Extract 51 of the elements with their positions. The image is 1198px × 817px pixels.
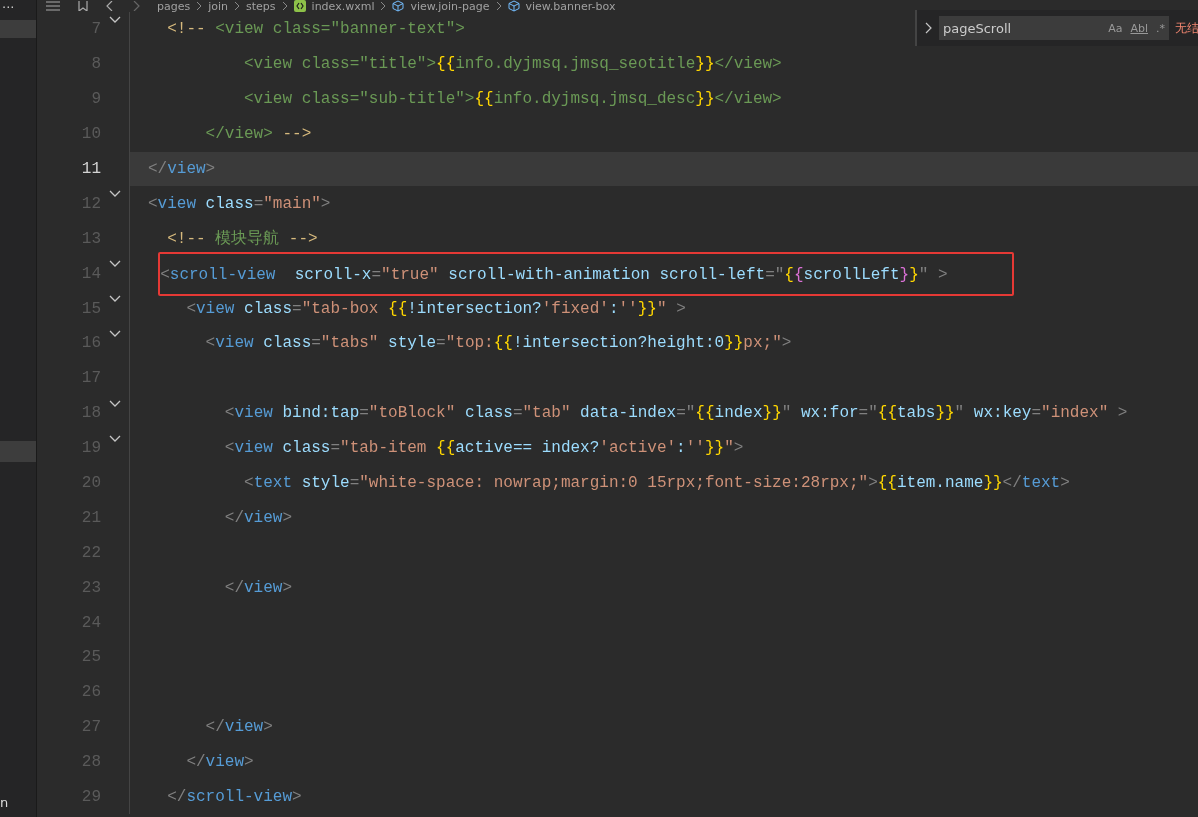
code-line: <view class="title">{{info.dyjmsq.jmsq_seotitle}}</view> bbox=[243, 55, 782, 74]
fold-chevron-icon[interactable] bbox=[109, 190, 121, 199]
fold-chevron-icon[interactable] bbox=[109, 16, 121, 24]
list-icon[interactable] bbox=[45, 1, 61, 11]
code-line: <view class="tab-item {{active== index?'active':''}}"> bbox=[223, 439, 744, 458]
fold-chevron-icon[interactable] bbox=[109, 399, 121, 408]
chevron-icon bbox=[196, 1, 203, 11]
chevron-icon bbox=[380, 1, 387, 11]
breadcrumb-item[interactable]: steps bbox=[246, 0, 276, 12]
code-line: <!-- 模块导航 --> bbox=[166, 228, 318, 250]
code-line: <view class="sub-title">{{info.dyjmsq.jmsq_desc}}</view> bbox=[243, 90, 782, 109]
code-line: <view class="main"> bbox=[148, 194, 331, 213]
find-option-toggle[interactable]: Aa bbox=[1108, 21, 1123, 35]
code-line: </scroll-view> bbox=[166, 788, 302, 807]
find-result: 无结 bbox=[1175, 19, 1198, 37]
code-line: <text style="white-space: nowrap;margin:0 15rpx;font-size:28rpx;">{{item.name}}</text> bbox=[243, 474, 1070, 492]
expand-icon[interactable] bbox=[925, 22, 933, 34]
file-icon bbox=[293, 0, 306, 12]
code-line: <view class="tab-box {{!intersection?'fixed':''}}" > bbox=[185, 299, 686, 318]
line-number: 11 bbox=[80, 160, 101, 178]
fold-chevron-icon[interactable] bbox=[109, 330, 121, 338]
cube-icon bbox=[507, 0, 520, 12]
back-icon[interactable] bbox=[105, 1, 115, 11]
code-line: <view bind:tap="toBlock" class="tab" data-index="{{index}}" wx:for="{{tabs}}" wx:key="index" > bbox=[223, 404, 1128, 423]
breadcrumb-item[interactable]: view.banner-box bbox=[525, 0, 616, 12]
code-line: </view> --> bbox=[204, 125, 312, 144]
code-line: </view> bbox=[223, 508, 293, 527]
fold-chevron-icon[interactable] bbox=[109, 434, 121, 443]
code-line: <view class="tabs" style="top:{{!intersection?height:0}}px;"> bbox=[204, 334, 792, 353]
fold-chevron-icon[interactable] bbox=[109, 260, 121, 269]
more-menu[interactable]: ... bbox=[2, 0, 15, 11]
breadcrumb-item[interactable]: index.wxml bbox=[311, 0, 375, 12]
chevron-icon bbox=[234, 1, 241, 11]
chevron-icon bbox=[281, 1, 288, 11]
find-option-toggle[interactable]: .* bbox=[1156, 21, 1165, 35]
breadcrumb-item[interactable]: join bbox=[208, 0, 229, 12]
code-line: </view> bbox=[223, 578, 293, 597]
sidebar-text: n bbox=[0, 795, 9, 810]
code-line: </view> bbox=[185, 753, 254, 772]
fold-chevron-icon[interactable] bbox=[109, 295, 121, 304]
code-line: </view> bbox=[148, 160, 216, 178]
breadcrumb-item[interactable]: view.join-page bbox=[410, 0, 490, 12]
code-line: <!-- <view class="banner-text"> bbox=[166, 20, 465, 39]
forward-icon[interactable] bbox=[131, 1, 141, 11]
breadcrumb-item[interactable]: pages bbox=[157, 0, 191, 12]
find-option-toggle[interactable]: Abl bbox=[1130, 21, 1148, 35]
chevron-icon bbox=[495, 1, 502, 11]
find-input[interactable]: pageScroll Aa Abl .* bbox=[939, 16, 1169, 40]
code-line: </view> bbox=[204, 718, 273, 737]
cube-icon bbox=[392, 0, 405, 12]
bookmark-icon[interactable] bbox=[77, 1, 89, 11]
